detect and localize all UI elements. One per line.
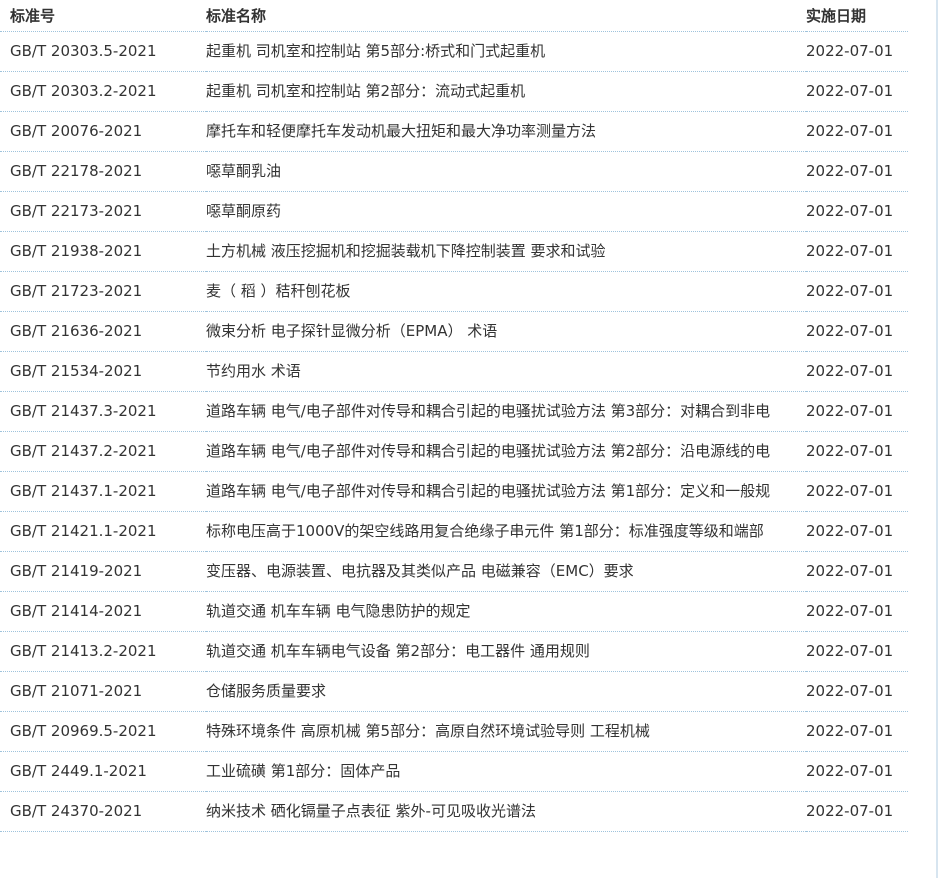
- table-row: GB/T 22173-2021 噁草酮原药 2022-07-01: [0, 191, 908, 232]
- standard-name[interactable]: 工业硫磺 第1部分：固体产品: [206, 751, 806, 792]
- standard-name[interactable]: 轨道交通 机车车辆电气设备 第2部分：电工器件 通用规则: [206, 631, 806, 672]
- standard-name[interactable]: 道路车辆 电气/电子部件对传导和耦合引起的电骚扰试验方法 第2部分：沿电源线的电: [206, 431, 806, 472]
- standard-number[interactable]: GB/T 20303.5-2021: [0, 31, 206, 72]
- standard-number[interactable]: GB/T 20303.2-2021: [0, 71, 206, 112]
- standard-name[interactable]: 节约用水 术语: [206, 351, 806, 392]
- implementation-date: 2022-07-01: [806, 311, 908, 352]
- standard-name[interactable]: 麦（ 稻 ）秸秆刨花板: [206, 271, 806, 312]
- standard-number[interactable]: GB/T 2449.1-2021: [0, 751, 206, 792]
- standard-name[interactable]: 土方机械 液压挖掘机和挖掘装载机下降控制装置 要求和试验: [206, 231, 806, 272]
- implementation-date: 2022-07-01: [806, 511, 908, 552]
- standard-name[interactable]: 变压器、电源装置、电抗器及其类似产品 电磁兼容（EMC）要求: [206, 551, 806, 592]
- standard-number[interactable]: GB/T 22173-2021: [0, 191, 206, 232]
- standard-number[interactable]: GB/T 21534-2021: [0, 351, 206, 392]
- standard-name[interactable]: 仓储服务质量要求: [206, 671, 806, 712]
- standard-name[interactable]: 纳米技术 硒化镉量子点表征 紫外-可见吸收光谱法: [206, 791, 806, 832]
- standard-number[interactable]: GB/T 24370-2021: [0, 791, 206, 832]
- implementation-date: 2022-07-01: [806, 351, 908, 392]
- table-row: GB/T 21419-2021 变压器、电源装置、电抗器及其类似产品 电磁兼容（…: [0, 551, 908, 592]
- table-row: GB/T 24370-2021 纳米技术 硒化镉量子点表征 紫外-可见吸收光谱法…: [0, 791, 908, 832]
- table-row: GB/T 21723-2021 麦（ 稻 ）秸秆刨花板 2022-07-01: [0, 271, 908, 312]
- implementation-date: 2022-07-01: [806, 391, 908, 432]
- implementation-date: 2022-07-01: [806, 671, 908, 712]
- implementation-date: 2022-07-01: [806, 111, 908, 152]
- table-row: GB/T 21421.1-2021 标称电压高于1000V的架空线路用复合绝缘子…: [0, 511, 908, 552]
- header-implementation-date: 实施日期: [806, 0, 908, 32]
- implementation-date: 2022-07-01: [806, 191, 908, 232]
- table-row: GB/T 21413.2-2021 轨道交通 机车车辆电气设备 第2部分：电工器…: [0, 631, 908, 672]
- header-standard-number: 标准号: [0, 0, 206, 32]
- standard-number[interactable]: GB/T 21071-2021: [0, 671, 206, 712]
- table-row: GB/T 2449.1-2021 工业硫磺 第1部分：固体产品 2022-07-…: [0, 751, 908, 792]
- standard-number[interactable]: GB/T 21419-2021: [0, 551, 206, 592]
- header-standard-name: 标准名称: [206, 0, 806, 32]
- table-row: GB/T 21437.3-2021 道路车辆 电气/电子部件对传导和耦合引起的电…: [0, 391, 908, 432]
- implementation-date: 2022-07-01: [806, 151, 908, 192]
- standard-number[interactable]: GB/T 21437.2-2021: [0, 431, 206, 472]
- standard-number[interactable]: GB/T 21437.1-2021: [0, 471, 206, 512]
- standard-name[interactable]: 摩托车和轻便摩托车发动机最大扭矩和最大净功率测量方法: [206, 111, 806, 152]
- standard-number[interactable]: GB/T 21413.2-2021: [0, 631, 206, 672]
- implementation-date: 2022-07-01: [806, 471, 908, 512]
- table-row: GB/T 22178-2021 噁草酮乳油 2022-07-01: [0, 151, 908, 192]
- standards-table: 标准号 标准名称 实施日期 GB/T 20303.5-2021 起重机 司机室和…: [0, 0, 908, 832]
- standard-name[interactable]: 微束分析 电子探针显微分析（EPMA） 术语: [206, 311, 806, 352]
- implementation-date: 2022-07-01: [806, 711, 908, 752]
- table-row: GB/T 21534-2021 节约用水 术语 2022-07-01: [0, 351, 908, 392]
- standard-number[interactable]: GB/T 21938-2021: [0, 231, 206, 272]
- standard-number[interactable]: GB/T 21437.3-2021: [0, 391, 206, 432]
- table-row: GB/T 21636-2021 微束分析 电子探针显微分析（EPMA） 术语 2…: [0, 311, 908, 352]
- table-row: GB/T 20076-2021 摩托车和轻便摩托车发动机最大扭矩和最大净功率测量…: [0, 111, 908, 152]
- table-row: GB/T 21437.2-2021 道路车辆 电气/电子部件对传导和耦合引起的电…: [0, 431, 908, 472]
- table-header-row: 标准号 标准名称 实施日期: [0, 0, 908, 32]
- table-row: GB/T 21437.1-2021 道路车辆 电气/电子部件对传导和耦合引起的电…: [0, 471, 908, 512]
- table-row: GB/T 21414-2021 轨道交通 机车车辆 电气隐患防护的规定 2022…: [0, 591, 908, 632]
- table-row: GB/T 21938-2021 土方机械 液压挖掘机和挖掘装载机下降控制装置 要…: [0, 231, 908, 272]
- implementation-date: 2022-07-01: [806, 591, 908, 632]
- standard-name[interactable]: 噁草酮乳油: [206, 151, 806, 192]
- standard-name[interactable]: 轨道交通 机车车辆 电气隐患防护的规定: [206, 591, 806, 632]
- table-row: GB/T 21071-2021 仓储服务质量要求 2022-07-01: [0, 671, 908, 712]
- table-row: GB/T 20969.5-2021 特殊环境条件 高原机械 第5部分：高原自然环…: [0, 711, 908, 752]
- standard-number[interactable]: GB/T 21421.1-2021: [0, 511, 206, 552]
- implementation-date: 2022-07-01: [806, 431, 908, 472]
- standard-name[interactable]: 特殊环境条件 高原机械 第5部分：高原自然环境试验导则 工程机械: [206, 711, 806, 752]
- table-row: GB/T 20303.2-2021 起重机 司机室和控制站 第2部分：流动式起重…: [0, 71, 908, 112]
- implementation-date: 2022-07-01: [806, 31, 908, 72]
- standard-number[interactable]: GB/T 21723-2021: [0, 271, 206, 312]
- table-row: GB/T 20303.5-2021 起重机 司机室和控制站 第5部分:桥式和门式…: [0, 31, 908, 72]
- standard-name[interactable]: 起重机 司机室和控制站 第5部分:桥式和门式起重机: [206, 31, 806, 72]
- standard-number[interactable]: GB/T 20969.5-2021: [0, 711, 206, 752]
- standard-number[interactable]: GB/T 22178-2021: [0, 151, 206, 192]
- implementation-date: 2022-07-01: [806, 71, 908, 112]
- standard-name[interactable]: 道路车辆 电气/电子部件对传导和耦合引起的电骚扰试验方法 第1部分：定义和一般规: [206, 471, 806, 512]
- implementation-date: 2022-07-01: [806, 551, 908, 592]
- implementation-date: 2022-07-01: [806, 791, 908, 832]
- standard-number[interactable]: GB/T 21636-2021: [0, 311, 206, 352]
- standard-number[interactable]: GB/T 21414-2021: [0, 591, 206, 632]
- implementation-date: 2022-07-01: [806, 231, 908, 272]
- implementation-date: 2022-07-01: [806, 631, 908, 672]
- implementation-date: 2022-07-01: [806, 751, 908, 792]
- standard-name[interactable]: 标称电压高于1000V的架空线路用复合绝缘子串元件 第1部分：标准强度等级和端部: [206, 511, 806, 552]
- standard-name[interactable]: 起重机 司机室和控制站 第2部分：流动式起重机: [206, 71, 806, 112]
- implementation-date: 2022-07-01: [806, 271, 908, 312]
- standard-name[interactable]: 道路车辆 电气/电子部件对传导和耦合引起的电骚扰试验方法 第3部分：对耦合到非电: [206, 391, 806, 432]
- standard-number[interactable]: GB/T 20076-2021: [0, 111, 206, 152]
- standard-name[interactable]: 噁草酮原药: [206, 191, 806, 232]
